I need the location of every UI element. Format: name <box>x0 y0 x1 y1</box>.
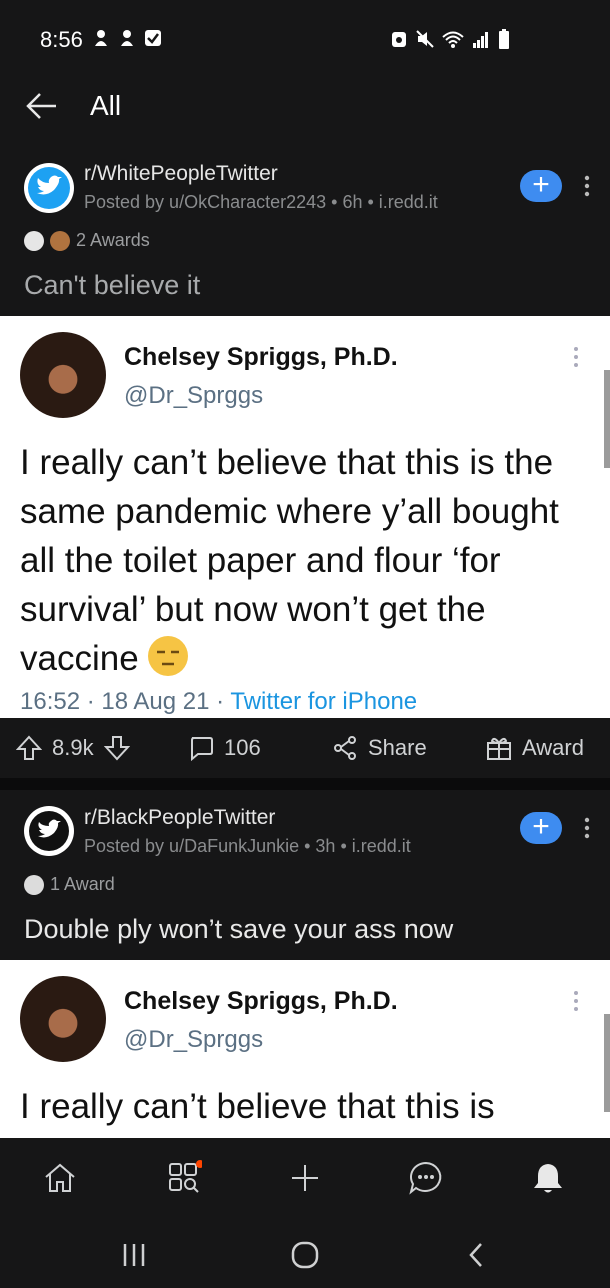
downvote-icon[interactable] <box>103 735 130 761</box>
battery-icon <box>499 29 509 49</box>
more-options-icon[interactable] <box>582 816 592 840</box>
tweet-text: I really can’t believe that this is <box>20 1087 495 1126</box>
post-image-tweet[interactable]: Chelsey Spriggs, Ph.D. @Dr_Sprggs I real… <box>0 960 610 1138</box>
vote-group: 8.9k <box>16 735 130 761</box>
twitter-bird-icon <box>28 167 70 209</box>
back-arrow-icon[interactable] <box>24 88 60 124</box>
award-icon <box>24 874 44 895</box>
post-title[interactable]: Double ply won’t save your ass now <box>24 914 453 945</box>
tweet-more-icon <box>574 347 578 367</box>
join-button[interactable]: + <box>520 170 562 202</box>
vote-count: 8.9k <box>52 735 94 760</box>
notification-app-icon <box>121 30 133 46</box>
tweet-handle: @Dr_Sprggs <box>124 382 264 409</box>
post-image-tweet[interactable]: Chelsey Spriggs, Ph.D. @Dr_Sprggs I real… <box>0 316 610 718</box>
home-button-icon[interactable] <box>290 1240 320 1270</box>
post-header: r/WhitePeopleTwitter Posted by u/OkChara… <box>0 148 610 316</box>
subreddit-name[interactable]: r/WhitePeopleTwitter <box>84 162 278 186</box>
tweet-source: Twitter for iPhone <box>230 688 418 715</box>
share-button[interactable]: Share <box>332 735 427 761</box>
gift-icon <box>487 737 511 760</box>
twitter-bird-icon <box>29 811 69 851</box>
checkbox-notification-icon <box>145 30 161 46</box>
wifi-icon <box>442 31 464 48</box>
more-options-icon[interactable] <box>582 174 592 198</box>
alarm-icon <box>392 32 406 47</box>
tweet-handle: @Dr_Sprggs <box>124 1026 264 1053</box>
tweet-timestamp: 16:52 · 18 Aug 21 · <box>20 688 231 715</box>
feed-title: All <box>90 90 122 121</box>
scroll-indicator <box>604 1014 610 1112</box>
tweet-author-name: Chelsey Spriggs, Ph.D. <box>124 343 398 371</box>
award-icon <box>24 230 44 251</box>
comment-icon <box>191 737 213 761</box>
awards-row[interactable]: 2 Awards <box>24 230 150 251</box>
join-button[interactable]: + <box>520 812 562 844</box>
awards-count: 2 Awards <box>76 230 150 250</box>
create-post-icon[interactable] <box>287 1160 323 1196</box>
system-navigation-bar <box>0 1218 610 1288</box>
subreddit-avatar[interactable] <box>24 806 74 856</box>
tweet-meta: 16:52 · 18 Aug 21 · Twitter for iPhone <box>20 688 417 716</box>
recent-apps-icon[interactable] <box>119 1240 149 1270</box>
post-action-bar: 8.9k 106 Share Award <box>0 718 610 778</box>
top-nav: All <box>0 78 610 148</box>
subreddit-avatar[interactable] <box>24 163 74 213</box>
scroll-indicator <box>604 370 610 468</box>
tweet-author-name: Chelsey Spriggs, Ph.D. <box>124 987 398 1015</box>
award-label: Award <box>522 735 584 760</box>
post-title[interactable]: Can't believe it <box>24 270 200 301</box>
tweet-more-icon <box>574 991 578 1011</box>
share-icon <box>334 736 356 760</box>
comments-button[interactable]: 106 <box>188 735 261 761</box>
bottom-tab-bar <box>0 1138 610 1218</box>
chat-icon[interactable] <box>408 1160 444 1196</box>
tweet-avatar <box>20 332 106 418</box>
post-header: r/BlackPeopleTwitter Posted by u/DaFunkJ… <box>0 790 610 960</box>
discover-icon[interactable] <box>166 1160 202 1196</box>
mute-icon <box>416 30 434 48</box>
back-button-icon[interactable] <box>462 1240 492 1270</box>
subreddit-name[interactable]: r/BlackPeopleTwitter <box>84 806 275 830</box>
upvote-icon[interactable] <box>16 735 42 761</box>
tweet-text: I really can’t believe that this is the … <box>20 443 559 678</box>
unamused-face-emoji-icon <box>148 636 189 676</box>
home-icon[interactable] <box>42 1160 78 1196</box>
post-divider <box>0 778 610 790</box>
status-time: 8:56 <box>40 27 83 52</box>
awards-count: 1 Award <box>50 874 115 894</box>
signal-icon <box>473 32 488 48</box>
post-byline: Posted by u/DaFunkJunkie • 3h • i.redd.i… <box>84 836 411 856</box>
award-icon <box>50 230 70 251</box>
notification-app-icon <box>95 30 107 46</box>
status-bar: 8:56 <box>0 0 610 78</box>
post-byline: Posted by u/OkCharacter2243 • 6h • i.red… <box>84 192 438 212</box>
tweet-avatar <box>20 976 106 1062</box>
comment-count: 106 <box>224 735 261 760</box>
awards-row[interactable]: 1 Award <box>24 874 115 895</box>
award-button[interactable]: Award <box>486 735 584 761</box>
share-label: Share <box>368 735 427 760</box>
notifications-bell-icon[interactable] <box>530 1160 566 1196</box>
